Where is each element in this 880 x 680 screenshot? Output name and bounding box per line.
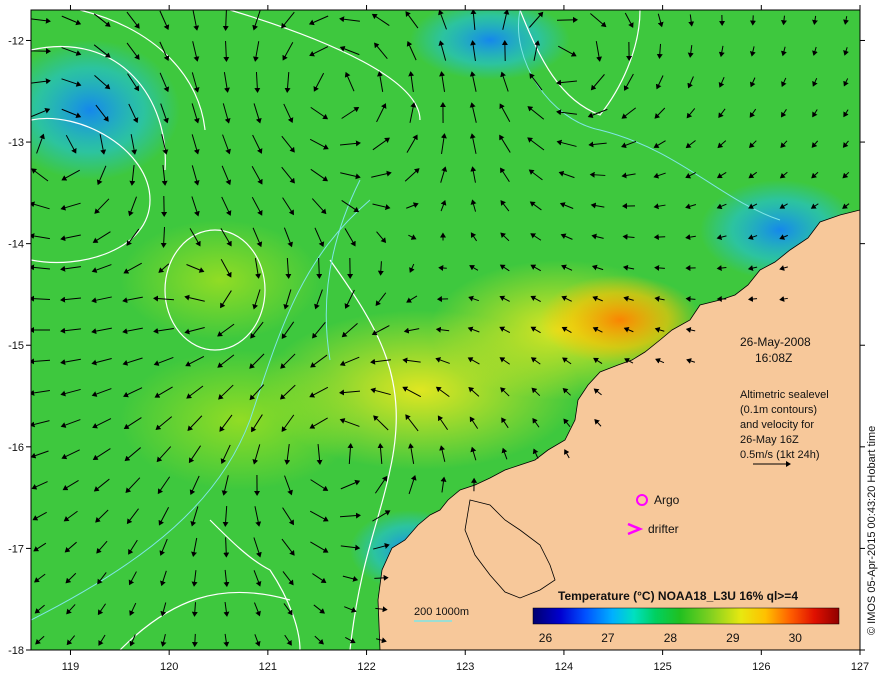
info-line: Altimetric sealevel <box>740 389 829 401</box>
y-tick-label: -16 <box>8 442 24 454</box>
velocity-arrow <box>191 633 198 648</box>
y-tick-label: -18 <box>8 645 24 657</box>
drifter-label: drifter <box>648 522 679 536</box>
x-tick-label: 127 <box>851 661 869 673</box>
colorbar-tick-label: 26 <box>539 631 553 645</box>
argo-label: Argo <box>654 493 680 507</box>
y-tick-label: -14 <box>8 239 24 251</box>
map-time: 16:08Z <box>755 351 792 365</box>
colorbar <box>532 607 840 625</box>
y-tick-label: -13 <box>8 137 24 149</box>
x-tick-label: 124 <box>555 661 573 673</box>
info-line: 26-May 16Z <box>740 434 799 446</box>
warm-water-patch <box>120 220 320 340</box>
colorbar-title: Temperature (°C) NOAA18_L3U 16% ql>=4 <box>558 589 798 603</box>
x-tick-label: 125 <box>653 661 671 673</box>
y-tick-label: -12 <box>8 35 24 47</box>
sst-map: Argo drifter 26-May-2008 16:08Z Altimetr… <box>8 5 878 673</box>
velocity-arrow <box>438 265 447 272</box>
colorbar-tick-label: 30 <box>789 631 803 645</box>
x-tick-label: 121 <box>259 661 277 673</box>
plot-area: Argo drifter 26-May-2008 16:08Z Altimetr… <box>31 10 860 650</box>
info-line: and velocity for <box>740 419 814 431</box>
info-line: (0.1m contours) <box>740 404 817 416</box>
info-line: 0.5m/s (1kt 24h) <box>740 449 819 461</box>
cool-water-patch <box>410 10 570 80</box>
colorbar-tick-label: 29 <box>726 631 740 645</box>
cool-water-patch <box>31 40 180 180</box>
y-tick-label: -15 <box>8 340 24 352</box>
x-tick-label: 122 <box>357 661 375 673</box>
depth-legend: 200 1000m <box>414 606 469 618</box>
x-tick-label: 120 <box>160 661 178 673</box>
colorbar-tick-label: 27 <box>601 631 615 645</box>
x-tick-label: 123 <box>456 661 474 673</box>
x-tick-label: 119 <box>62 661 80 673</box>
colorbar-tick-label: 28 <box>664 631 678 645</box>
x-tick-label: 126 <box>752 661 770 673</box>
credit-text: © IMOS 05-Apr-2015 00:43:20 Hobart time <box>866 426 878 635</box>
map-date: 26-May-2008 <box>740 335 811 349</box>
y-tick-label: -17 <box>8 543 24 555</box>
